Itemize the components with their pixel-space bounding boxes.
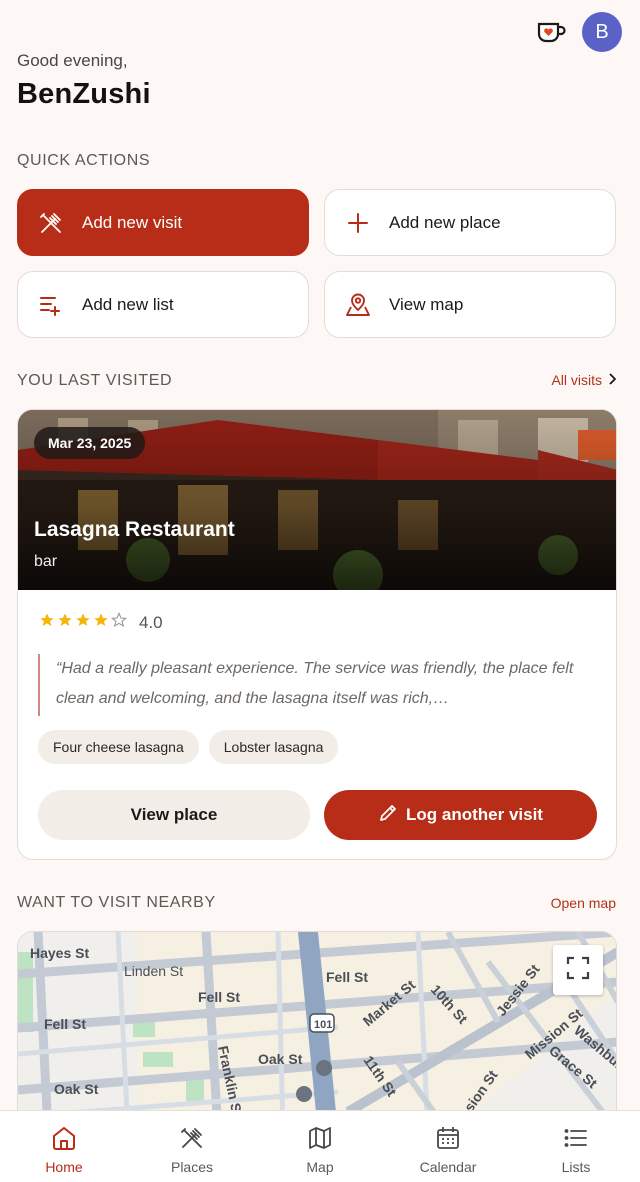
svg-text:Linden St: Linden St [124, 963, 183, 979]
plus-icon [345, 210, 371, 236]
nearby-title: WANT TO VISIT NEARBY [17, 894, 216, 911]
map-street-label: Hayes St [30, 945, 89, 961]
dish-tag[interactable]: Lobster lasagna [208, 730, 339, 764]
add-new-list-label: Add new list [82, 294, 174, 314]
log-another-visit-button[interactable]: Log another visit [324, 790, 597, 840]
svg-text:Fell St: Fell St [326, 969, 368, 985]
map-pin-icon [345, 292, 371, 318]
pencil-icon [378, 803, 398, 828]
nav-map-label: Map [306, 1159, 334, 1175]
username-title: BenZushi [17, 78, 151, 110]
add-new-place-label: Add new place [389, 212, 501, 232]
quick-actions-title: QUICK ACTIONS [17, 152, 151, 169]
place-photo: Mar 23, 2025 Lasagna Restaurant bar [18, 410, 616, 590]
nav-home[interactable]: Home [0, 1111, 128, 1182]
nav-lists[interactable]: Lists [512, 1111, 640, 1182]
svg-text:101: 101 [314, 1019, 332, 1031]
all-visits-link[interactable]: All visits [551, 372, 617, 388]
chevron-right-icon [608, 372, 617, 388]
star-filled-icon [75, 612, 91, 633]
log-another-visit-label: Log another visit [406, 805, 543, 824]
svg-text:Fell St: Fell St [44, 1016, 86, 1032]
view-map-button[interactable]: View map [324, 271, 616, 338]
calendar-icon [435, 1125, 461, 1154]
open-map-link[interactable]: Open map [551, 895, 616, 911]
add-new-place-button[interactable]: Add new place [324, 189, 616, 256]
coffee-heart-icon[interactable] [534, 15, 568, 49]
nearby-map[interactable]: Hayes St Linden St Fell St Fell St Fell … [17, 931, 617, 1131]
nav-places[interactable]: Places [128, 1111, 256, 1182]
nav-lists-label: Lists [561, 1159, 591, 1175]
avatar[interactable]: B [582, 12, 622, 52]
visit-date-badge: Mar 23, 2025 [34, 427, 146, 459]
nav-map[interactable]: Map [256, 1111, 384, 1182]
home-icon [51, 1125, 77, 1154]
add-new-visit-button[interactable]: Add new visit [17, 189, 309, 256]
nav-home-label: Home [45, 1159, 83, 1175]
star-filled-icon [39, 612, 55, 633]
view-map-label: View map [389, 294, 464, 314]
place-type: bar [34, 553, 58, 570]
all-visits-label: All visits [551, 372, 602, 388]
fullscreen-icon [566, 956, 590, 985]
map-icon [307, 1125, 333, 1154]
last-visit-card: Mar 23, 2025 Lasagna Restaurant bar 4.0 … [17, 409, 617, 860]
star-empty-icon [110, 611, 128, 633]
star-filled-icon [93, 612, 109, 633]
add-new-visit-label: Add new visit [82, 212, 183, 232]
nav-calendar[interactable]: Calendar [384, 1111, 512, 1182]
dish-tags: Four cheese lasagna Lobster lasagna [38, 730, 339, 764]
add-new-list-button[interactable]: Add new list [17, 271, 309, 338]
bottom-nav: Home Places Map Calendar Lists [0, 1110, 640, 1182]
star-rating: 4.0 [39, 611, 163, 633]
fullscreen-button[interactable] [553, 945, 603, 995]
svg-text:Fell St: Fell St [198, 989, 240, 1005]
header-actions: B [534, 12, 622, 52]
review-quote: “Had a really pleasant experience. The s… [38, 654, 578, 716]
nav-places-label: Places [170, 1159, 214, 1175]
list-icon [563, 1125, 589, 1154]
dish-tag[interactable]: Four cheese lasagna [38, 730, 199, 764]
star-filled-icon [57, 612, 73, 633]
svg-text:Oak St: Oak St [54, 1081, 99, 1097]
view-place-button[interactable]: View place [38, 790, 310, 840]
greeting-text: Good evening, [17, 51, 128, 70]
list-add-icon [38, 292, 64, 318]
fork-knife-icon [179, 1125, 205, 1154]
rating-value: 4.0 [139, 612, 163, 632]
svg-text:Oak St: Oak St [258, 1051, 303, 1067]
place-name: Lasagna Restaurant [34, 518, 235, 541]
last-visited-title: YOU LAST VISITED [17, 372, 173, 389]
nav-calendar-label: Calendar [419, 1159, 477, 1175]
fork-knife-icon [38, 210, 64, 236]
